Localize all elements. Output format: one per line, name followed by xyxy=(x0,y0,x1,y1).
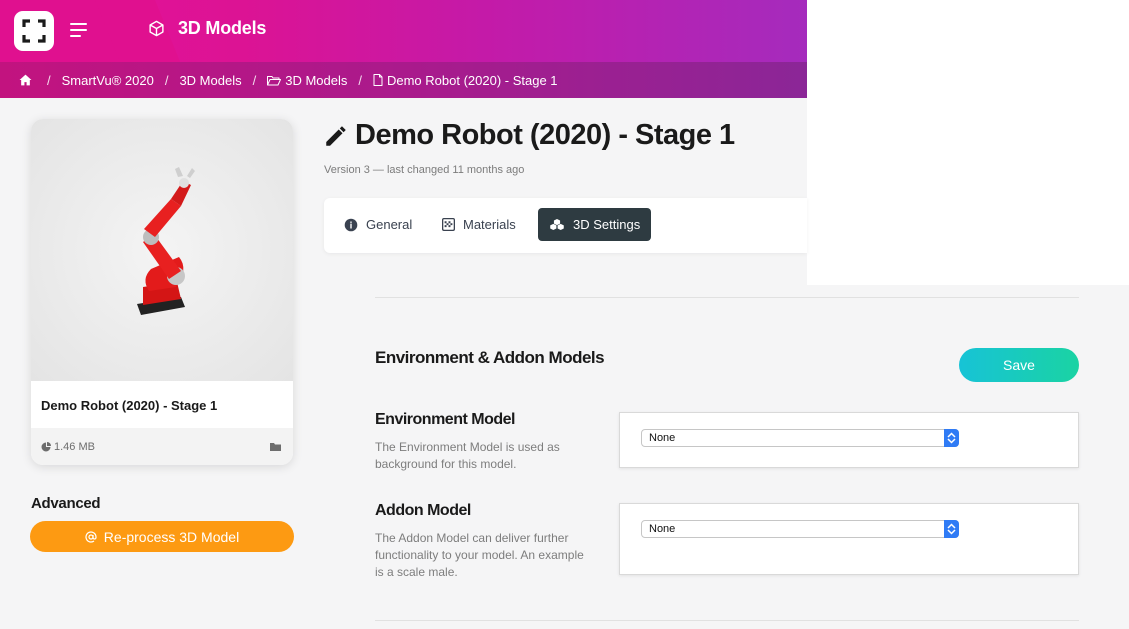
hamburger-icon[interactable] xyxy=(70,23,87,37)
environment-model-select[interactable]: None xyxy=(641,429,959,447)
environment-model-box: None xyxy=(619,412,1079,468)
info-icon xyxy=(344,218,358,231)
cubes-icon xyxy=(550,218,564,231)
breadcrumb-3d-models-folder[interactable]: 3D Models xyxy=(267,73,347,88)
select-arrows-icon xyxy=(944,520,959,538)
breadcrumb-smartvu[interactable]: SmartVu® 2020 xyxy=(62,73,154,88)
at-sign-icon xyxy=(85,530,97,543)
advanced-heading: Advanced xyxy=(31,495,101,512)
save-button[interactable]: Save xyxy=(959,348,1079,382)
breadcrumb: / SmartVu® 2020 / 3D Models / 3D Models … xyxy=(0,62,807,98)
tab-3d-settings[interactable]: 3D Settings xyxy=(538,208,652,241)
app-title-text: 3D Models xyxy=(178,18,267,38)
file-icon xyxy=(373,74,383,86)
app-logo[interactable] xyxy=(14,11,54,51)
select-arrows-icon xyxy=(944,429,959,447)
reprocess-button[interactable]: Re-process 3D Model xyxy=(30,521,294,552)
tab-bar: General Materials 3D Settings xyxy=(324,198,807,253)
model-preview-card[interactable]: Demo Robot (2020) - Stage 1 1.46 MB xyxy=(31,119,293,465)
scan-frame-icon xyxy=(22,19,46,43)
addon-model-select[interactable]: None xyxy=(641,520,959,538)
page-title: Demo Robot (2020) - Stage 1 xyxy=(323,119,735,152)
environment-model-title: Environment Model xyxy=(375,411,515,428)
top-bar: 3D Models xyxy=(0,0,807,62)
robot-arm-render xyxy=(137,167,195,315)
model-size: 1.46 MB xyxy=(54,440,95,453)
tab-materials[interactable]: Materials xyxy=(432,208,526,241)
page-title-text: Demo Robot (2020) - Stage 1 xyxy=(355,119,735,151)
breadcrumb-current: Demo Robot (2020) - Stage 1 xyxy=(373,73,558,88)
model-name: Demo Robot (2020) - Stage 1 xyxy=(41,398,218,413)
addon-model-title: Addon Model xyxy=(375,502,471,519)
divider xyxy=(375,620,1079,621)
app-title: 3D Models xyxy=(148,18,266,39)
folder-icon[interactable] xyxy=(270,442,281,451)
breadcrumb-3d-models[interactable]: 3D Models xyxy=(179,73,241,88)
tab-general[interactable]: General xyxy=(334,208,422,241)
pencil-icon[interactable] xyxy=(323,123,349,149)
addon-model-box: None xyxy=(619,503,1079,575)
model-preview[interactable] xyxy=(31,119,293,381)
pie-chart-icon xyxy=(41,441,51,451)
model-meta: 1.46 MB xyxy=(31,428,293,465)
environment-model-description: The Environment Model is used as backgro… xyxy=(375,440,560,471)
breadcrumb-home[interactable] xyxy=(19,74,36,86)
folder-open-icon xyxy=(267,75,282,85)
cube-icon xyxy=(149,20,164,37)
divider xyxy=(375,297,1079,298)
addon-model-description: The Addon Model can deliver further func… xyxy=(375,531,584,579)
version-info: Version 3 — last changed 11 months ago xyxy=(324,164,525,176)
materials-icon xyxy=(442,218,455,231)
home-icon xyxy=(19,74,32,86)
section-title: Environment & Addon Models xyxy=(375,348,605,367)
